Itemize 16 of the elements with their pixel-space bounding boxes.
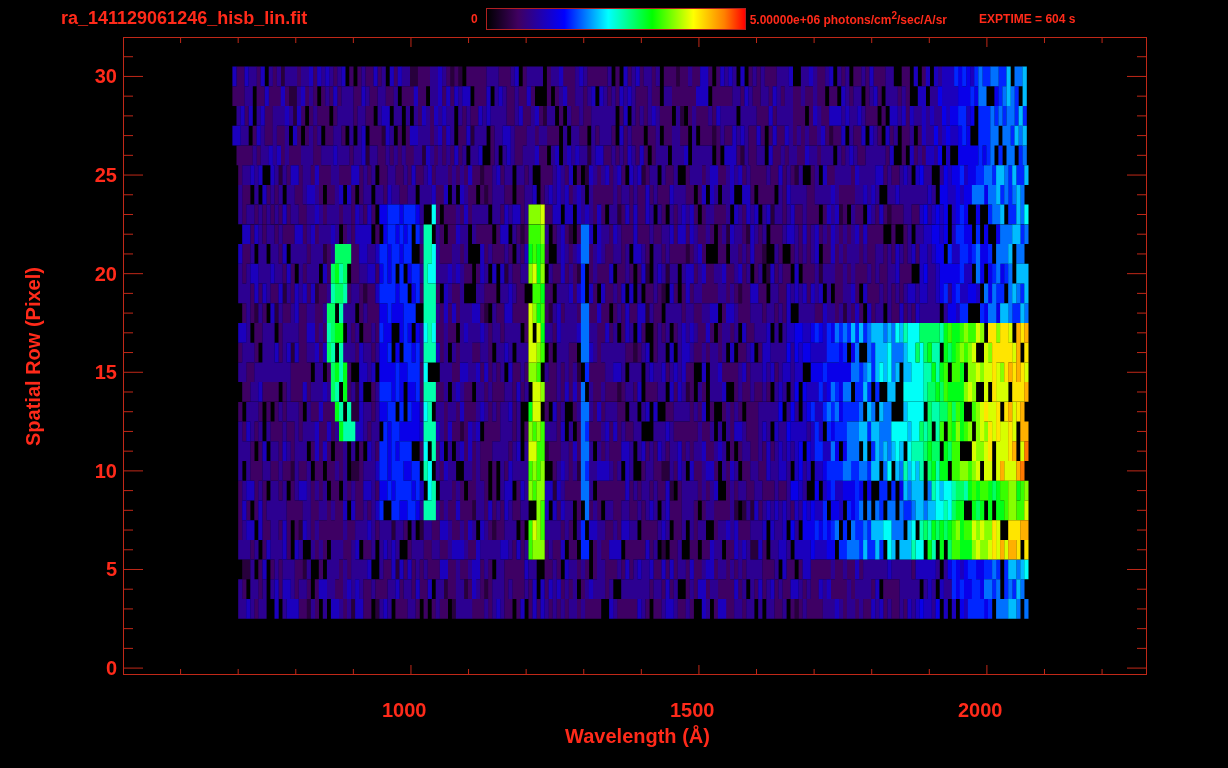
- y-tick-label: 5: [105, 557, 117, 582]
- x-axis-label: Wavelength (Å): [565, 725, 710, 748]
- x-tick-label: 1500: [669, 698, 715, 722]
- colorbar-min-label: 0: [471, 11, 478, 26]
- y-tick-label: 0: [105, 656, 117, 681]
- y-tick-label: 25: [94, 163, 117, 188]
- y-tick-label: 20: [94, 261, 117, 286]
- colorbar-max-label: 5.00000e+06 photons/cm$^{2}$/sec/A/sr: [749, 10, 948, 27]
- x-tick-label: 2000: [957, 698, 1003, 722]
- y-tick-label: 30: [94, 64, 117, 89]
- exposure-time: EXPTIME = 604 s: [979, 11, 1076, 26]
- file-name: ra_141129061246_hisb_lin.fit: [61, 8, 309, 29]
- y-axis-label: Spatial Row (Pixel): [21, 266, 45, 446]
- y-tick-label: 10: [94, 458, 117, 483]
- x-tick-label: 1000: [381, 698, 427, 722]
- y-tick-label: 15: [94, 360, 117, 385]
